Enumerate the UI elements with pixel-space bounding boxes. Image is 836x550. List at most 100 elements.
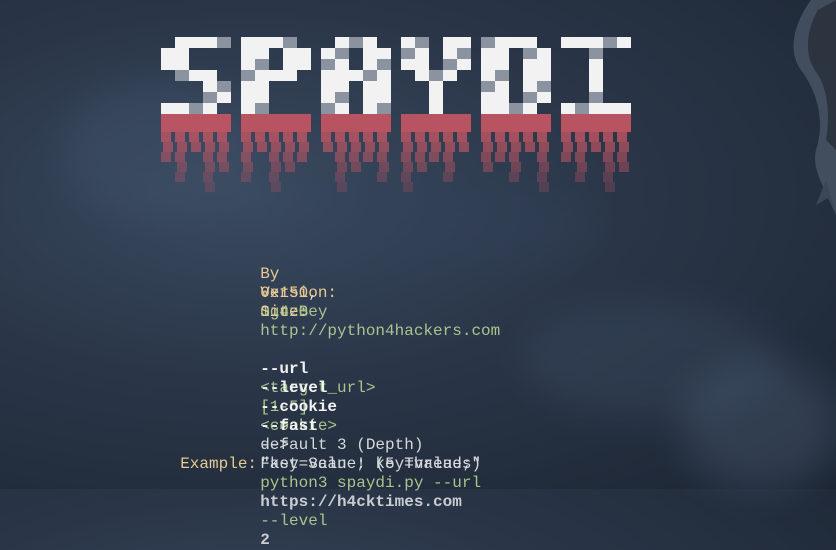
logo-pixel: [255, 37, 269, 48]
logo-pixel: [323, 142, 333, 152]
logo-pixel: [337, 142, 347, 152]
logo-pixel: [335, 152, 345, 162]
logo-pixel: [417, 142, 427, 152]
logo-pixel: [271, 142, 281, 152]
logo-pixel: [537, 70, 551, 81]
logo-pixel: [177, 162, 187, 172]
logo-pixel: [283, 37, 297, 48]
logo-pixel: [443, 152, 453, 162]
logo-pixel: [603, 37, 617, 48]
logo-pixel: [189, 132, 199, 142]
logo-pixel: [429, 92, 443, 103]
logo-pixel: [509, 103, 523, 114]
logo-pixel: [257, 142, 267, 152]
logo-pixel: [161, 103, 175, 114]
logo-pixel: [457, 48, 471, 59]
logo-pixel: [495, 48, 509, 59]
logo-pixel: [589, 48, 603, 59]
logo-pixel: [285, 142, 295, 152]
logo-pixel: [283, 152, 293, 162]
logo-pixel: [363, 132, 373, 142]
logo-pixel: [523, 59, 537, 70]
logo-pixel: [363, 37, 377, 48]
logo-pixel: [269, 152, 279, 162]
logo-pixel: [297, 48, 311, 59]
logo-pixel: [483, 142, 493, 152]
logo-pixel: [401, 172, 411, 182]
logo-pixel: [335, 37, 349, 48]
logo-pixel: [589, 59, 603, 70]
logo-pixel: [241, 132, 251, 142]
option-flag: --fast: [260, 417, 318, 435]
logo-pixel: [509, 172, 519, 182]
logo-pixel: [175, 132, 185, 142]
logo-pixel: [175, 70, 189, 81]
logo-pixel: [443, 59, 457, 70]
logo-pixel: [203, 37, 217, 48]
logo-pixel: [241, 70, 255, 81]
logo-pixel: [605, 182, 615, 192]
logo-pixel: [379, 142, 389, 152]
logo-pixel: [589, 103, 603, 114]
logo-pixel: [377, 70, 391, 81]
logo-pixel: [321, 114, 391, 132]
logo-pixel: [351, 142, 361, 152]
logo-pixel: [575, 172, 585, 182]
logo-pixel: [285, 162, 295, 172]
logo-pixel: [255, 59, 269, 70]
logo-pixel: [539, 182, 549, 192]
logo-pixel: [403, 142, 413, 152]
logo-pixel: [255, 92, 269, 103]
logo-pixel: [603, 132, 613, 142]
logo-pixel: [255, 103, 269, 114]
logo-pixel: [403, 182, 413, 192]
logo-pixel: [363, 59, 377, 70]
logo-pixel: [351, 162, 361, 172]
logo-pixel: [523, 81, 537, 92]
logo-pixel: [495, 81, 509, 92]
logo-pixel: [377, 152, 387, 162]
logo-pixel: [321, 59, 335, 70]
logo-pixel: [283, 132, 293, 142]
logo-pixel: [297, 152, 307, 162]
logo-pixel: [175, 103, 189, 114]
logo-pixel: [429, 132, 439, 142]
logo-pixel: [335, 70, 349, 81]
site-url: http://python4hackers.com: [260, 322, 501, 340]
logo-pixel: [481, 152, 491, 162]
logo-pixel: [401, 37, 415, 48]
logo-pixel: [349, 152, 359, 162]
logo-pixel: [401, 59, 415, 70]
logo-pixel: [481, 70, 495, 81]
logo-pixel: [443, 172, 453, 182]
logo-pixel: [539, 142, 549, 152]
logo-pixel: [203, 92, 217, 103]
logo-pixel: [161, 59, 175, 70]
logo-pixel: [523, 48, 537, 59]
logo-pixel: [241, 114, 311, 132]
logo-pixel: [561, 37, 575, 48]
logo-pixel: [241, 92, 255, 103]
logo-pixel: [365, 142, 375, 152]
logo-pixel: [495, 92, 509, 103]
logo-pixel: [603, 152, 613, 162]
logo-pixel: [349, 132, 359, 142]
logo-pixel: [445, 142, 455, 152]
logo-pixel: [175, 48, 189, 59]
logo-pixel: [241, 37, 255, 48]
logo-pixel: [589, 92, 603, 103]
logo-pixel: [481, 59, 495, 70]
logo-pixel: [161, 48, 175, 59]
logo-pixel: [203, 81, 217, 92]
logo-pixel: [523, 132, 533, 142]
logo-pixel: [271, 182, 281, 192]
logo-pixel: [415, 48, 429, 59]
logo-pixel: [415, 70, 429, 81]
logo-pixel: [429, 70, 443, 81]
logo-pixel: [189, 103, 203, 114]
logo-pixel: [523, 70, 537, 81]
logo-pixel: [335, 92, 349, 103]
logo-pixel: [321, 103, 335, 114]
logo-pixel: [255, 132, 265, 142]
site-label: Site:: [260, 303, 309, 321]
